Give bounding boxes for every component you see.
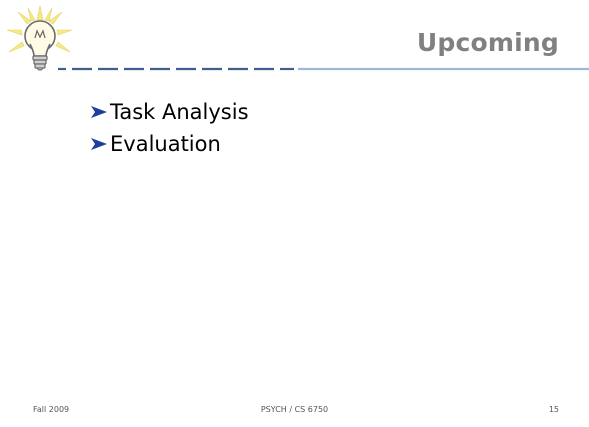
bullet-text: Task Analysis [110, 100, 249, 124]
arrow-bullet-icon [91, 106, 107, 118]
header-divider [58, 67, 589, 71]
slide: Upcoming Task Analysis Evaluation Fall 2… [0, 0, 589, 427]
bullet-text: Evaluation [110, 132, 221, 156]
slide-number: 15 [548, 405, 559, 414]
bullet-list: Task Analysis Evaluation [90, 97, 249, 161]
list-item: Evaluation [90, 129, 249, 159]
list-item: Task Analysis [90, 97, 249, 127]
slide-title: Upcoming [416, 28, 559, 57]
arrow-bullet-icon [91, 138, 107, 150]
footer-course: PSYCH / CS 6750 [260, 405, 329, 414]
